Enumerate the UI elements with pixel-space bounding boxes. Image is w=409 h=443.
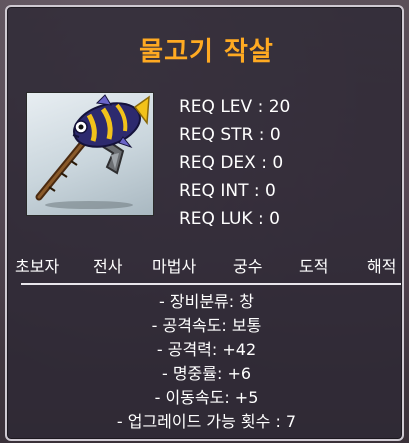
job-archer: 궁수 — [233, 257, 263, 276]
job-beginner: 초보자 — [15, 257, 60, 276]
req-int: REQ INT : 0 — [179, 181, 276, 201]
stats-list: - 장비분류: 창 - 공격속도: 보통 - 공격력: +42 - 명중률: +… — [7, 290, 406, 434]
requirements-list: REQ LEV : 20 REQ STR : 0 REQ DEX : 0 REQ… — [179, 93, 290, 233]
divider — [21, 283, 401, 285]
job-warrior: 전사 — [93, 257, 123, 276]
fish-spear-icon — [35, 94, 150, 209]
stat-equip-type: - 장비분류: 창 — [159, 292, 254, 311]
stat-attack: - 공격력: +42 — [156, 340, 257, 359]
job-thief: 도적 — [299, 257, 329, 276]
job-list: 초보자 전사 마법사 궁수 도적 해적 — [11, 253, 405, 277]
req-level: REQ LEV : 20 — [179, 97, 291, 117]
req-luk: REQ LUK : 0 — [179, 209, 280, 229]
job-pirate: 해적 — [367, 257, 397, 276]
stat-attack-speed: - 공격속도: 보통 — [151, 316, 262, 335]
req-str: REQ STR : 0 — [179, 125, 281, 145]
stat-upgrade-slots: - 업그레이드 가능 횟수 : 7 — [116, 412, 297, 431]
job-magician: 마법사 — [152, 257, 197, 276]
item-icon-frame — [26, 92, 154, 216]
item-tooltip: 물고기 작살 REQ LEV: 20 REQ STR: 0 REQ DEX … — [5, 5, 404, 441]
stat-accuracy: - 명중률: +6 — [161, 364, 252, 383]
stat-move-speed: - 이동속도: +5 — [154, 388, 259, 407]
req-dex: REQ DEX : 0 — [179, 153, 284, 173]
item-name: 물고기 작살 — [139, 37, 274, 67]
